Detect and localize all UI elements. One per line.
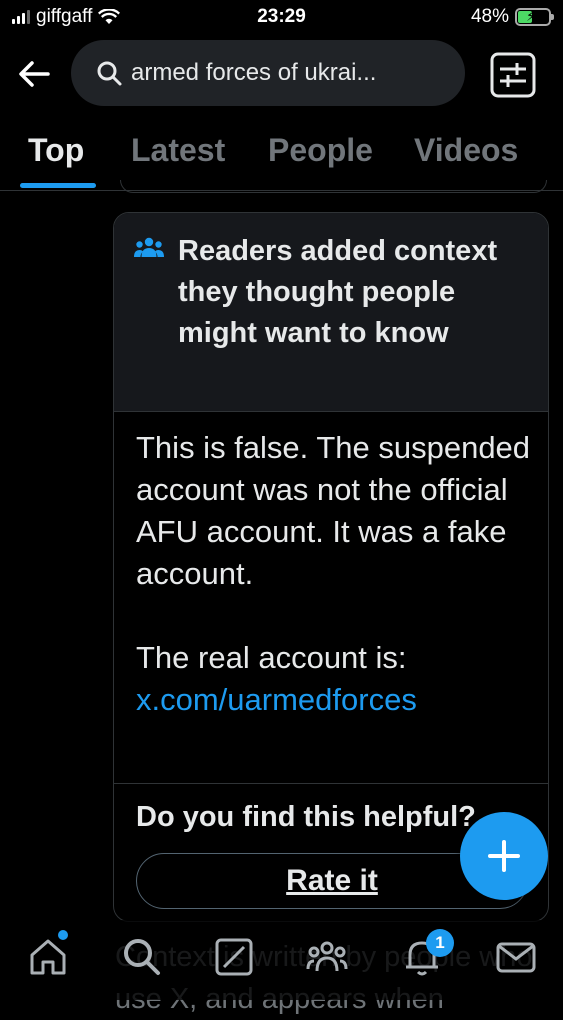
tab-people[interactable]: People <box>268 132 373 169</box>
helpful-prompt: Do you find this helpful? <box>136 801 476 833</box>
back-arrow-icon[interactable] <box>16 56 52 92</box>
messages-icon[interactable] <box>494 935 538 979</box>
status-bar: giffgaff 23:29 48% ⚡ <box>0 0 563 38</box>
compose-button[interactable] <box>460 812 548 900</box>
search-query[interactable]: armed forces of ukrai... <box>131 59 376 87</box>
bottom-nav <box>0 920 563 1000</box>
note-text: This is false. The suspended account was… <box>136 430 531 591</box>
charging-icon: ⚡ <box>526 8 536 24</box>
note-text-2: The real account is: <box>136 640 407 675</box>
communities-icon[interactable] <box>305 935 349 979</box>
battery-icon: ⚡ <box>515 8 554 26</box>
new-posts-dot <box>58 930 68 940</box>
tab-videos[interactable]: Videos <box>414 132 518 169</box>
people-icon <box>134 237 164 257</box>
plus-icon <box>488 840 520 872</box>
divider <box>114 783 548 784</box>
home-icon[interactable] <box>26 935 70 979</box>
battery-percent: 48% <box>470 6 509 27</box>
grok-icon[interactable] <box>212 935 256 979</box>
tab-latest[interactable]: Latest <box>131 132 225 169</box>
tab-top[interactable]: Top <box>28 132 84 169</box>
note-title: Readers added context they thought peopl… <box>178 235 498 349</box>
notifications-badge: 1 <box>426 929 454 957</box>
note-link[interactable]: x.com/uarmedforces <box>136 682 417 717</box>
previous-card-edge <box>120 180 547 193</box>
battery-status: 48% ⚡ <box>470 6 554 28</box>
search-icon <box>97 61 122 86</box>
note-body: This is false. The suspended account was… <box>136 427 536 721</box>
search-nav-icon[interactable] <box>120 935 164 979</box>
search-bar[interactable]: armed forces of ukrai... <box>71 40 465 106</box>
active-tab-indicator <box>20 183 96 188</box>
filter-settings-icon[interactable] <box>490 52 536 98</box>
note-header: Readers added context they thought peopl… <box>114 213 548 412</box>
search-header: armed forces of ukrai... <box>0 38 563 110</box>
